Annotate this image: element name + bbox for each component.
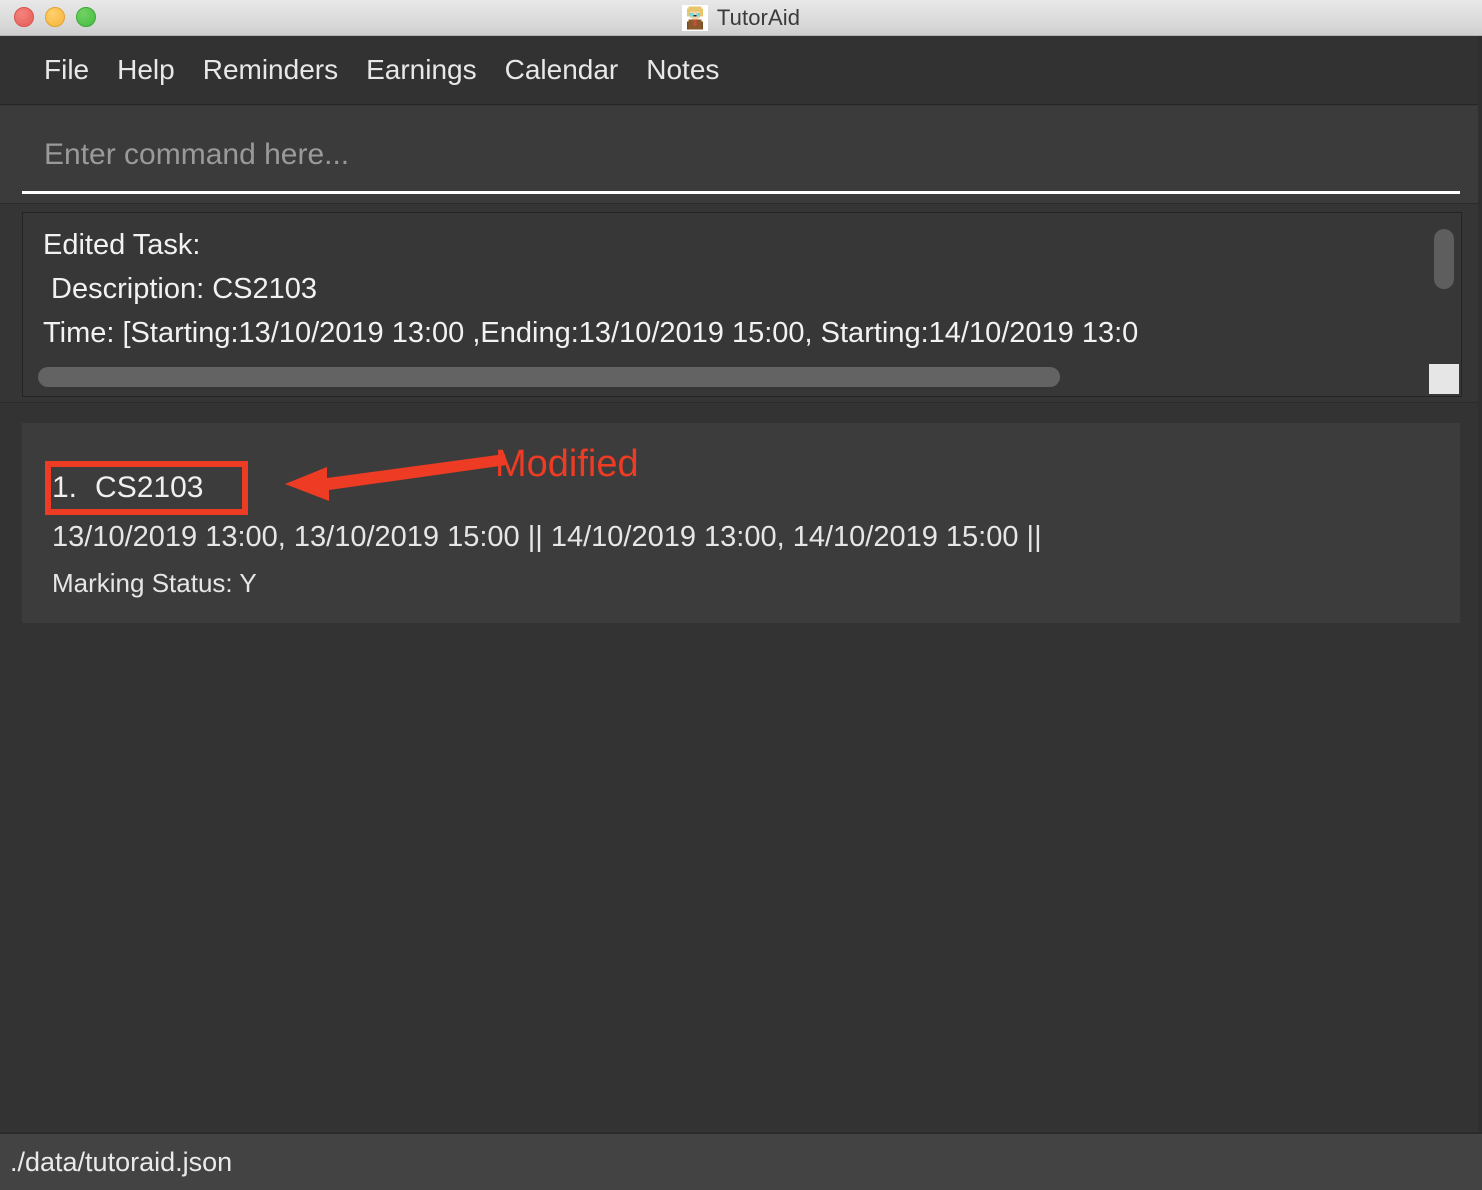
menu-item-calendar[interactable]: Calendar (491, 54, 633, 86)
result-display-panel: Edited Task: Description: CS2103 Time: [… (22, 212, 1462, 397)
result-vertical-scrollbar-thumb[interactable] (1434, 229, 1454, 289)
list-item[interactable]: 1. CS2103 13/10/2019 13:00, 13/10/2019 15… (22, 423, 1460, 623)
result-vertical-scrollbar[interactable] (1434, 215, 1459, 349)
scrollbar-corner-box (1429, 364, 1459, 394)
status-bar: ./data/tutoraid.json (0, 1132, 1482, 1190)
command-input[interactable] (22, 122, 1460, 188)
command-input-wrapper (22, 122, 1460, 194)
status-bar-file-path: ./data/tutoraid.json (10, 1146, 233, 1177)
task-marking-status: Marking Status: Y (52, 568, 257, 598)
menu-item-help[interactable]: Help (103, 54, 189, 86)
title-bar-center: TutorAid (0, 0, 1482, 36)
menu-item-notes[interactable]: Notes (632, 54, 733, 86)
task-index: 1. (52, 471, 78, 504)
menu-bar: File Help Reminders Earnings Calendar No… (0, 36, 1482, 105)
task-title-row: 1. CS2103 (52, 471, 203, 505)
app-window: TutorAid File Help Reminders Earnings Ca… (0, 0, 1482, 1190)
task-description: CS2103 (95, 471, 204, 504)
title-bar: TutorAid (0, 0, 1482, 36)
window-right-edge (1478, 36, 1482, 1190)
task-timeslots: 13/10/2019 13:00, 13/10/2019 15:00 || 14… (52, 521, 1042, 553)
menu-item-earnings[interactable]: Earnings (352, 54, 491, 86)
task-list-region: 1. CS2103 13/10/2019 13:00, 13/10/2019 15… (0, 402, 1482, 1130)
result-display-text: Edited Task: Description: CS2103 Time: [… (43, 229, 1139, 349)
tutor-avatar-icon (681, 5, 708, 31)
menu-item-file[interactable]: File (30, 54, 103, 86)
menu-item-reminders[interactable]: Reminders (189, 54, 352, 86)
result-horizontal-scrollbar-thumb[interactable] (38, 367, 1060, 387)
result-horizontal-scrollbar[interactable] (25, 367, 1419, 394)
window-title: TutorAid (716, 5, 801, 30)
command-box (0, 106, 1482, 204)
